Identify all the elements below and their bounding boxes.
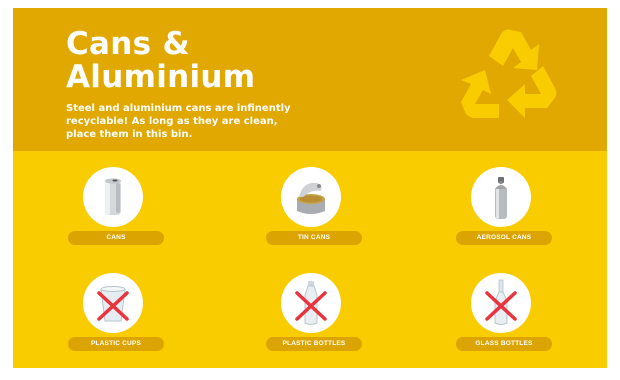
item-label: PLASTIC BOTTLES (266, 337, 362, 351)
item-label: TIN CANS (266, 231, 362, 245)
item-label: AEROSOL CANS (456, 231, 552, 245)
item-label: CANS (68, 231, 164, 245)
sign-header: Cans & Aluminium Steel and aluminium can… (13, 8, 607, 151)
item-label: GLASS BOTTLES (456, 337, 552, 351)
item-plastic-cups: PLASTIC CUPS (68, 273, 178, 368)
title-line-2: Aluminium (66, 59, 256, 95)
tin-can-icon (297, 182, 325, 214)
drink-can-icon (105, 178, 121, 215)
item-image (83, 167, 143, 227)
aerosol-can-icon (495, 177, 507, 219)
item-image (83, 273, 143, 333)
item-tin-cans: TIN CANS (266, 167, 376, 267)
item-cans: CANS (68, 167, 178, 267)
item-image (281, 167, 341, 227)
item-image (471, 167, 531, 227)
item-label: PLASTIC CUPS (68, 337, 164, 351)
item-glass-bottles: GLASS BOTTLES (456, 273, 566, 368)
glass-bottle-icon (485, 279, 517, 325)
item-aerosol-cans: AEROSOL CANS (456, 167, 566, 267)
item-image (471, 273, 531, 333)
page-title: Cans & Aluminium (66, 28, 255, 94)
plastic-cup-icon (97, 286, 129, 322)
item-plastic-bottles: PLASTIC BOTTLES (266, 273, 376, 368)
recycling-sign: Cans & Aluminium Steel and aluminium can… (13, 8, 607, 368)
description: Steel and aluminium cans are infinently … (66, 103, 291, 140)
item-image (281, 273, 341, 333)
recycle-icon (461, 29, 557, 118)
title-line-1: Cans & (66, 26, 190, 62)
plastic-bottle-icon (295, 281, 327, 325)
